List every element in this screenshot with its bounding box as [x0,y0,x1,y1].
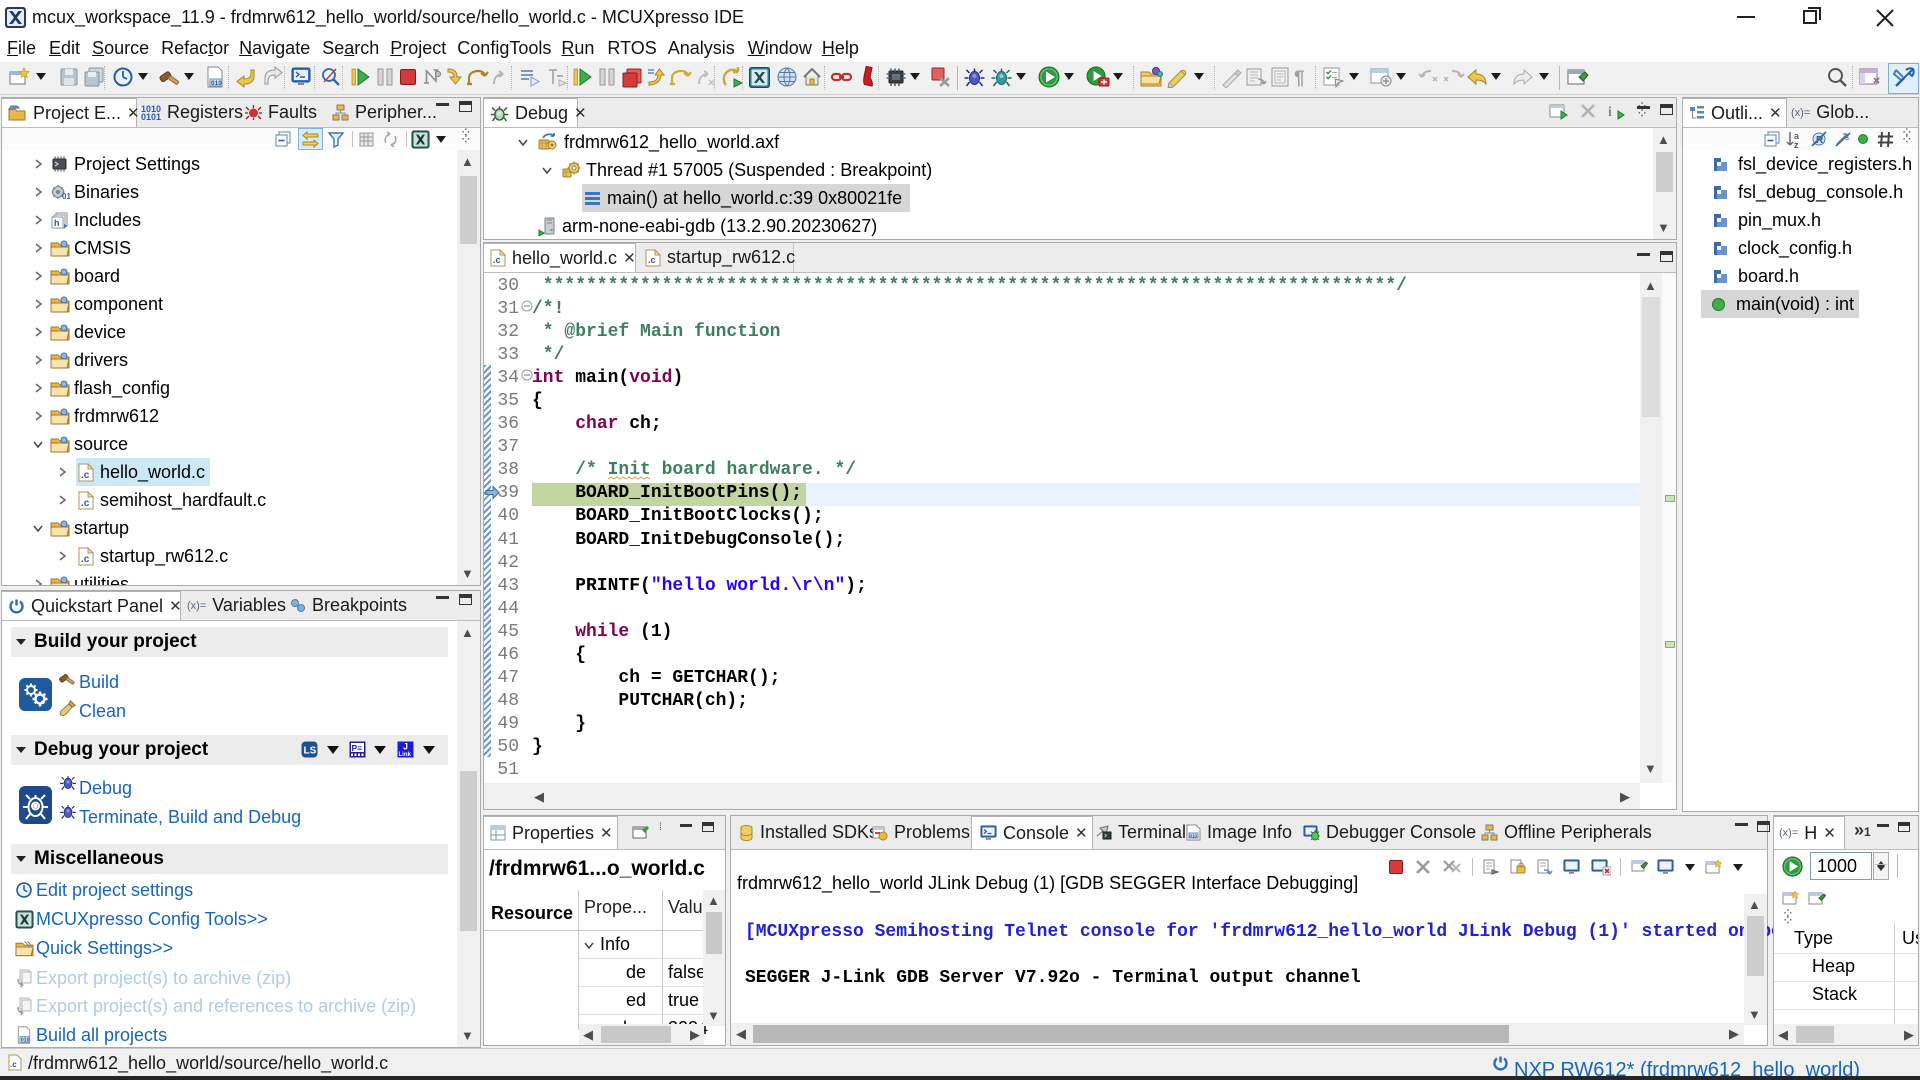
svg-text:010: 010 [21,1038,30,1044]
svg-text:01: 01 [62,192,70,201]
svg-text:010: 010 [1190,834,1198,839]
svg-text:P≡: P≡ [352,743,363,753]
svg-text:.c: .c [10,1060,17,1069]
svg-text:Link: Link [399,752,412,758]
svg-text:.c: .c [648,255,656,265]
svg-text:.c: .c [81,470,90,481]
svg-text:z: z [1794,140,1799,149]
svg-text:.c: .c [81,498,90,509]
svg-text:LS: LS [304,746,317,757]
svg-text:010: 010 [211,80,222,87]
svg-text:i: i [1608,105,1612,120]
svg-text:h: h [54,218,60,228]
svg-text:.c: .c [81,554,90,565]
svg-text:.c: .c [493,255,501,265]
svg-text:J: J [403,742,408,752]
